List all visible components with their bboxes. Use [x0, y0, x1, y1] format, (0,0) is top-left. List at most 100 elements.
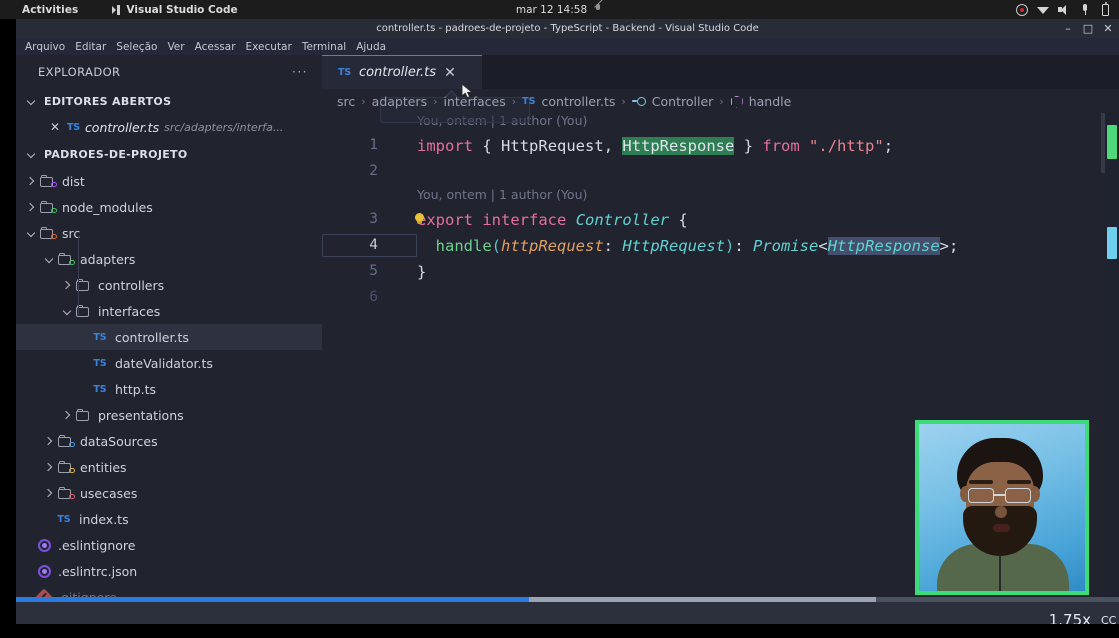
tab-controller-ts[interactable]: TS controller.ts ✕ [322, 55, 482, 89]
chevron-down-icon[interactable] [24, 226, 38, 240]
menu-item-arquivo[interactable]: Arquivo [20, 41, 70, 53]
editor-vertical-scrollbar[interactable] [1101, 113, 1105, 173]
menu-item-editar[interactable]: Editar [70, 41, 111, 53]
typescript-file-icon: TS [67, 121, 80, 133]
chevron-down-icon[interactable] [42, 252, 56, 266]
breadcrumb-item-controller[interactable]: Controller [652, 94, 714, 109]
breadcrumb-item-controller-ts[interactable]: controller.ts [542, 94, 616, 109]
chevron-right-icon[interactable] [24, 174, 38, 188]
code-token: > [939, 237, 950, 255]
menu-item-ver[interactable]: Ver [162, 41, 189, 53]
chevron-right-icon[interactable] [42, 434, 56, 448]
tree-item--eslintrc-json[interactable]: .eslintrc.json [16, 558, 322, 584]
open-editor-item-controller[interactable]: ✕ TS controller.ts src/adapters/interfa.… [16, 114, 322, 140]
overview-ruler[interactable] [1105, 113, 1119, 620]
chevron-right-icon[interactable] [42, 486, 56, 500]
breadcrumb-item-src[interactable]: src [337, 94, 355, 109]
wifi-icon[interactable] [1037, 4, 1049, 16]
volume-icon[interactable] [1058, 4, 1070, 16]
tree-item-controller-ts[interactable]: TS controller.ts [16, 324, 322, 350]
tree-item-index-ts[interactable]: TS index.ts [16, 506, 322, 532]
tree-item-usecases[interactable]: usecases [16, 480, 322, 506]
chevron-right-icon[interactable] [24, 200, 38, 214]
code-token: , [603, 137, 623, 155]
code-token: HttpRequest [622, 237, 725, 255]
microphone-icon[interactable] [1079, 3, 1091, 16]
breadcrumb[interactable]: src › adapters › interfaces › TS controller.ts ›… [322, 89, 1119, 113]
menu-item-terminal[interactable]: Terminal [297, 41, 351, 53]
section-open-editors[interactable]: EDITORES ABERTOS [16, 88, 322, 114]
tree-item--eslintignore[interactable]: .eslintignore [16, 532, 322, 558]
maximize-button[interactable]: □ [1081, 22, 1095, 36]
close-icon[interactable]: ✕ [50, 121, 62, 133]
menu-item-ajuda[interactable]: Ajuda [351, 41, 391, 53]
breadcrumb-separator: › [433, 94, 438, 108]
section-project-root[interactable]: PADROES-DE-PROJETO [16, 141, 322, 167]
menu-item-acessar[interactable]: Acessar [190, 41, 241, 53]
code-token: } [417, 263, 427, 281]
window-controls[interactable]: – □ ✕ [1061, 19, 1115, 38]
webcam-overlay[interactable] [915, 420, 1089, 595]
tree-item-controllers[interactable]: controllers [16, 272, 322, 298]
code-token: < [818, 237, 828, 255]
tree-item-src[interactable]: src [16, 220, 322, 246]
webcam-person-necklace [999, 554, 1001, 591]
menu-bar[interactable]: Arquivo Editar Seleção Ver Acessar Execu… [16, 38, 1119, 55]
code-token: : [734, 237, 754, 255]
menu-item-selecao[interactable]: Seleção [111, 41, 162, 53]
folder-icon [58, 253, 75, 265]
explorer-title: EXPLORADOR [38, 64, 121, 79]
close-button[interactable]: ✕ [1101, 22, 1115, 36]
menu-item-executar[interactable]: Executar [241, 41, 297, 53]
lightbulb-icon[interactable] [414, 213, 425, 226]
code-line-3[interactable]: export interface Controller { [417, 209, 688, 232]
breadcrumb-separator: › [511, 94, 517, 108]
code-token: from [762, 137, 800, 155]
activities-button[interactable]: Activities [22, 4, 78, 16]
folder-icon [40, 175, 57, 187]
tree-item-datevalidator-ts[interactable]: TS dateValidator.ts [16, 350, 322, 376]
interface-symbol-icon [631, 96, 646, 106]
more-actions-icon[interactable]: ··· [292, 65, 308, 79]
tree-item-interfaces[interactable]: interfaces [16, 298, 322, 324]
tree-item-adapters[interactable]: adapters [16, 246, 322, 272]
open-editor-name: controller.ts [84, 119, 160, 135]
minimize-button[interactable]: – [1061, 22, 1075, 36]
active-app-label: Visual Studio Code [126, 3, 238, 16]
tree-item-dist[interactable]: dist [16, 168, 322, 194]
battery-icon[interactable] [1102, 2, 1109, 16]
breadcrumb-item-adapters[interactable]: adapters [372, 94, 427, 109]
breadcrumb-item-handle[interactable]: handle [749, 94, 792, 109]
code-line-5[interactable]: } [417, 261, 426, 284]
tree-item-node-modules[interactable]: node_modules [16, 194, 322, 220]
breadcrumb-separator: › [361, 94, 366, 108]
tree-item-presentations[interactable]: presentations [16, 402, 322, 428]
window-titlebar: controller.ts - padroes-de-projeto - Typ… [16, 19, 1119, 38]
tree-item-datasources[interactable]: dataSources [16, 428, 322, 454]
explorer-sidebar: EXPLORADOR ··· EDITORES ABERTOS ✕ TS con… [16, 55, 322, 620]
tree-item-http-ts[interactable]: TS http.ts [16, 376, 322, 402]
chevron-right-icon[interactable] [60, 408, 74, 422]
match-marker-green [1107, 125, 1117, 159]
chevron-right-icon[interactable] [42, 460, 56, 474]
clock-area[interactable]: mar 12 14:58 [460, 4, 660, 16]
current-line-indicator [322, 234, 417, 257]
code-line-4[interactable]: handle(httpRequest: HttpRequest): Promis… [417, 235, 958, 258]
webcam-person-glasses-right [1005, 488, 1031, 503]
system-tray[interactable] [1016, 0, 1109, 19]
eslint-file-icon [38, 564, 51, 578]
code-token: HttpResponse [827, 237, 940, 255]
active-app-indicator[interactable]: Visual Studio Code [112, 3, 238, 16]
line-number-5: 5 [369, 263, 378, 279]
tab-close-icon[interactable]: ✕ [444, 66, 456, 80]
code-line-1[interactable]: import { HttpRequest, HttpResponse } fro… [417, 135, 893, 158]
chevron-right-icon[interactable] [60, 278, 74, 292]
tree-item-entities[interactable]: entities [16, 454, 322, 480]
code-token: { [482, 137, 492, 155]
chevron-down-icon[interactable] [60, 304, 74, 318]
record-icon[interactable] [1016, 3, 1028, 16]
